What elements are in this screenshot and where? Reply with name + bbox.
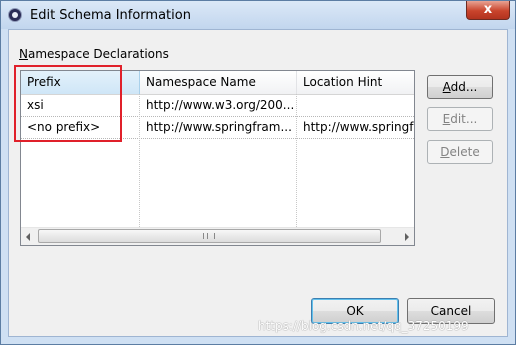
watermark-text: https://blog.csdn.net/qq_37250199 (258, 319, 469, 333)
mnemonic-letter: A (442, 80, 451, 94)
namespace-declarations-label: Namespace Declarations (19, 47, 169, 61)
cell-location: http://www.springfr (303, 120, 414, 134)
annotation-highlight-box (14, 65, 122, 142)
horizontal-scrollbar[interactable] (21, 227, 414, 245)
cell-namespace: http://www.springfram... (146, 120, 292, 134)
dialog-window: Edit Schema Information x Namespace Decl… (0, 0, 516, 345)
edit-button-label: dit... (450, 112, 478, 126)
delete-button[interactable]: Delete (427, 140, 493, 164)
title-bar[interactable]: Edit Schema Information x (1, 1, 515, 29)
add-button[interactable]: Add... (427, 75, 493, 99)
cell-namespace: http://www.w3.org/200... (146, 98, 295, 112)
column-header-namespace-name[interactable]: Namespace Name (140, 71, 297, 94)
edit-button[interactable]: Edit... (427, 107, 493, 131)
eclipse-icon (8, 8, 22, 22)
window-title: Edit Schema Information (30, 8, 191, 23)
scrollbar-thumb[interactable] (38, 229, 381, 243)
close-button[interactable]: x (466, 1, 510, 20)
mnemonic-letter: N (19, 47, 28, 61)
mnemonic-letter: D (440, 145, 450, 159)
cell-location (297, 95, 414, 116)
column-divider (296, 94, 297, 229)
column-header-location-hint[interactable]: Location Hint (297, 71, 414, 94)
arrow-left-icon[interactable] (26, 233, 30, 241)
arrow-right-icon[interactable] (405, 233, 409, 241)
grip-icon (203, 233, 215, 239)
add-button-label: dd... (450, 80, 478, 94)
delete-button-label: elete (449, 145, 480, 159)
label-rest: amespace Declarations (27, 47, 169, 61)
column-divider (139, 94, 140, 229)
